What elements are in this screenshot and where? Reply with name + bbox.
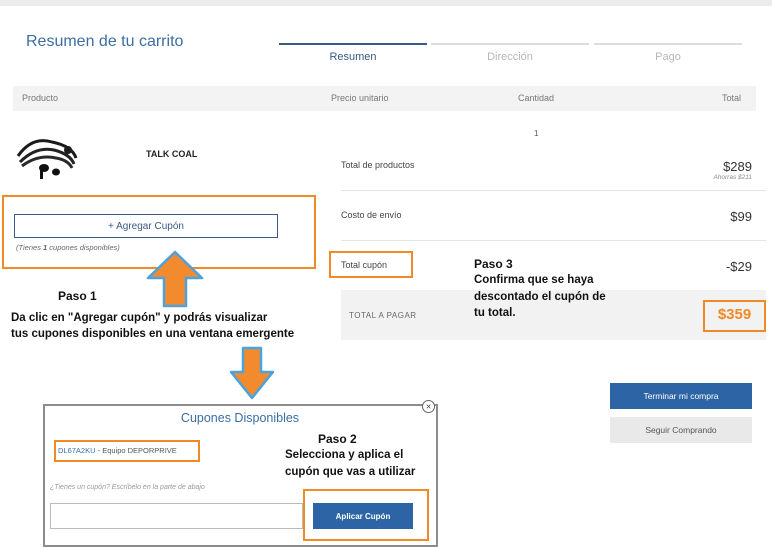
step-progress-direccion — [431, 43, 589, 45]
step-progress-pago — [594, 43, 742, 45]
total-value: $359 — [717, 306, 752, 323]
step3-title: Paso 3 — [474, 257, 513, 271]
savings-text: Ahorras $211 — [713, 174, 752, 181]
column-header-total: Total — [722, 93, 742, 103]
step2-line1: Selecciona y aplica el — [285, 449, 404, 461]
modal-title: Cupones Disponibles — [180, 411, 300, 425]
close-icon[interactable]: ✕ — [422, 400, 435, 413]
subtotal-label: Total de productos — [341, 160, 415, 170]
step2-title: Paso 2 — [318, 432, 357, 446]
product-quantity: 1 — [534, 129, 539, 138]
step-progress-resumen — [279, 43, 427, 45]
coupon-code-input[interactable] — [50, 503, 303, 529]
step-label-pago[interactable]: Pago — [594, 51, 742, 63]
page-title: Resumen de tu carrito — [26, 33, 184, 50]
add-coupon-button[interactable]: + Agregar Cupón — [14, 214, 278, 238]
top-strip — [0, 0, 772, 6]
step3-line3: tu total. — [474, 307, 516, 319]
step1-line2: tus cupones disponibles en una ventana e… — [11, 328, 295, 340]
step3-line2: descontado el cupón de — [474, 291, 606, 303]
column-header-quantity: Cantidad — [518, 93, 555, 103]
coupon-input-hint: ¿Tienes un cupón? Escríbelo en la parte … — [50, 484, 205, 491]
step1-line1: Da clic en "Agregar cupón" y podrás visu… — [11, 312, 268, 324]
subtotal-value: $289 — [723, 159, 752, 174]
note-suffix: cupones disponibles) — [47, 243, 120, 252]
divider — [341, 240, 766, 241]
annotation-arrow-down-icon — [229, 346, 275, 400]
annotation-arrow-up-icon — [146, 250, 204, 308]
total-label: TOTAL A PAGAR — [349, 311, 417, 320]
coupon-item[interactable]: DL67A2KU - Equipo DEPORPRIVE — [58, 446, 177, 455]
note-prefix: (Tienes — [16, 243, 44, 252]
step1-title: Paso 1 — [58, 289, 97, 303]
step2-line2: cupón que vas a utilizar — [285, 466, 416, 478]
coupon-total-value: -$29 — [725, 259, 752, 274]
product-name[interactable]: TALK COAL — [146, 149, 197, 159]
step-label-direccion[interactable]: Dirección — [431, 51, 589, 63]
coupon-total-label: Total cupón — [341, 260, 388, 270]
coupon-code: DL67A2KU — [58, 446, 96, 455]
column-header-unit-price: Precio unitario — [331, 93, 389, 103]
step3-line1: Confirma que se haya — [474, 274, 594, 286]
column-header-product: Producto — [22, 93, 59, 103]
shipping-value: $99 — [730, 209, 752, 224]
coupon-description: - Equipo DEPORPRIVE — [95, 446, 177, 455]
coupon-availability-note: (Tienes 1 cupones disponibles) — [16, 243, 120, 252]
product-image — [16, 139, 78, 179]
checkout-button[interactable]: Terminar mi compra — [610, 383, 752, 409]
divider — [341, 190, 766, 191]
continue-shopping-button[interactable]: Seguir Comprando — [610, 417, 752, 443]
shipping-label: Costo de envío — [341, 210, 402, 220]
apply-coupon-button[interactable]: Aplicar Cupón — [313, 503, 413, 529]
step-label-resumen[interactable]: Resumen — [279, 51, 427, 63]
